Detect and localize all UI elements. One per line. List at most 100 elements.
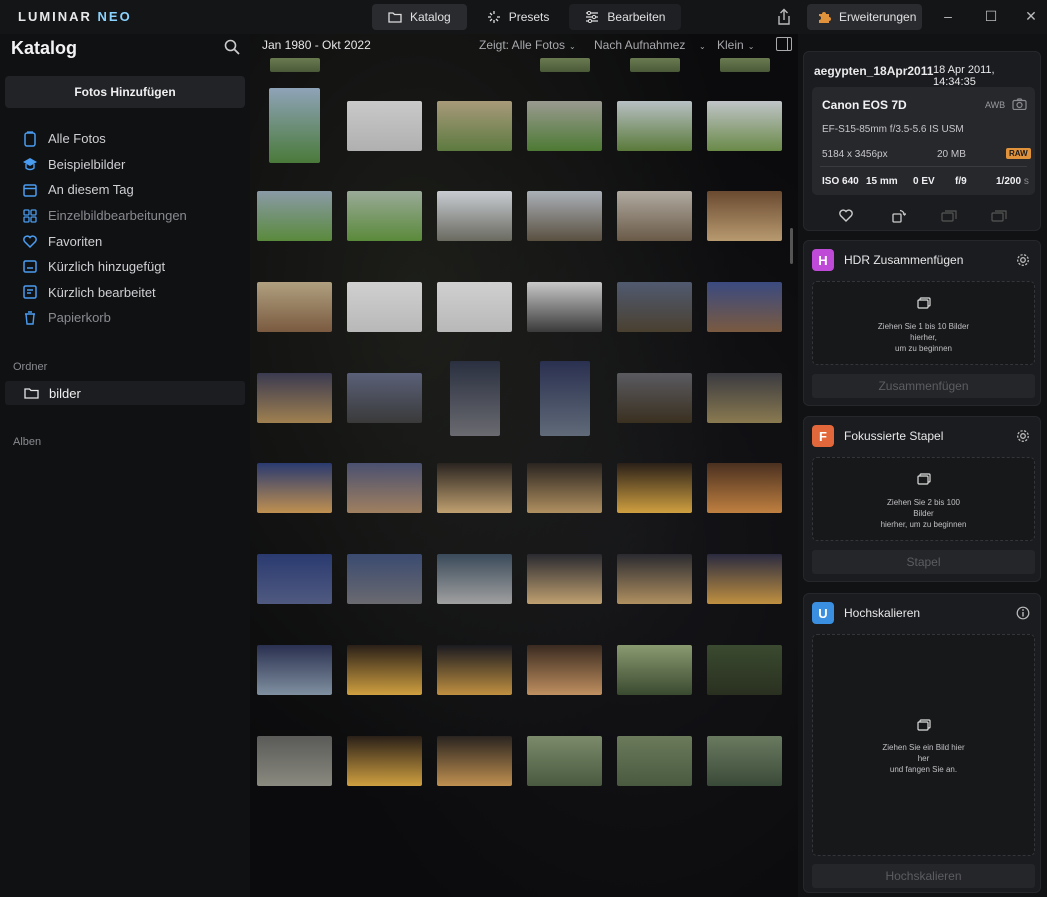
tab-bearbeiten[interactable]: Bearbeiten <box>569 4 682 30</box>
sidebar-item-beispielbilder[interactable]: Beispielbilder <box>22 152 242 178</box>
minimize-icon[interactable]: – <box>941 9 955 23</box>
photo-thumbnail[interactable] <box>437 645 512 695</box>
photo-grid-area: Jan 1980 - Okt 2022 Zeigt: Alle Fotos ⌄ N… <box>250 34 798 897</box>
photo-thumbnail[interactable] <box>527 554 602 604</box>
filter-dropdown[interactable]: Zeigt: Alle Fotos ⌄ <box>479 38 576 52</box>
photo-thumbnail[interactable] <box>347 282 422 332</box>
photo-thumbnail[interactable] <box>707 554 782 604</box>
tab-katalog[interactable]: Katalog <box>372 4 467 30</box>
folder-item[interactable]: bilder <box>5 381 245 405</box>
sidebar-item-an-diesem-tag[interactable]: An diesem Tag <box>22 177 242 203</box>
photo-thumbnail[interactable] <box>707 101 782 151</box>
photo-thumbnail[interactable] <box>257 191 332 241</box>
photo-thumbnail[interactable] <box>707 463 782 513</box>
photo-thumbnail[interactable] <box>617 645 692 695</box>
photo-thumbnail[interactable] <box>437 101 512 151</box>
photo-thumbnail[interactable] <box>527 101 602 151</box>
share-icon[interactable] <box>776 8 792 26</box>
photo-thumbnail[interactable] <box>347 191 422 241</box>
photo-thumbnail[interactable] <box>617 554 692 604</box>
photo-thumbnail[interactable] <box>707 191 782 241</box>
photo-thumbnail[interactable] <box>257 645 332 695</box>
photo-thumbnail[interactable] <box>540 58 590 72</box>
heart-icon[interactable] <box>839 209 853 222</box>
maximize-icon[interactable]: ☐ <box>984 9 998 23</box>
gear-icon[interactable] <box>1016 429 1030 443</box>
photo-thumbnail[interactable] <box>540 361 590 436</box>
photo-thumbnail[interactable] <box>527 463 602 513</box>
scrollbar[interactable] <box>790 228 793 264</box>
upscale-button[interactable]: Hochskalieren <box>812 864 1035 888</box>
extensions-button[interactable]: Erweiterungen <box>807 4 922 30</box>
close-icon[interactable]: ✕ <box>1024 9 1038 23</box>
sidebar-item-papierkorb[interactable]: Papierkorb <box>22 305 242 331</box>
focus-drop-zone[interactable]: Ziehen Sie 2 bis 100 Bilder hierher, um … <box>812 457 1035 541</box>
photo-thumbnail[interactable] <box>707 736 782 786</box>
recent-edit-icon <box>22 284 38 300</box>
photo-thumbnail[interactable] <box>437 554 512 604</box>
duplicate-icon[interactable] <box>991 210 1007 222</box>
photo-thumbnail[interactable] <box>527 191 602 241</box>
gear-icon[interactable] <box>1016 253 1030 267</box>
photo-thumbnail[interactable] <box>437 282 512 332</box>
sidebar-item-einzelbildbearbeitungen[interactable]: Einzelbildbearbeitungen <box>22 203 242 229</box>
add-photos-button[interactable]: Fotos Hinzufügen <box>5 76 245 108</box>
upscale-drop-zone[interactable]: Ziehen Sie ein Bild hier her und fangen … <box>812 634 1035 856</box>
photo-thumbnail[interactable] <box>347 463 422 513</box>
compare-icon[interactable] <box>941 210 957 222</box>
photo-thumbnail[interactable] <box>617 191 692 241</box>
photo-thumbnail[interactable] <box>347 645 422 695</box>
tab-presets[interactable]: Presets <box>471 4 566 30</box>
photo-thumbnail[interactable] <box>617 101 692 151</box>
aperture-value: f/9 <box>955 176 967 187</box>
photo-thumbnail[interactable] <box>347 554 422 604</box>
image-date: 18 Apr 2011, 14:34:35 <box>933 64 995 88</box>
photo-thumbnail[interactable] <box>437 463 512 513</box>
photo-thumbnail[interactable] <box>617 463 692 513</box>
photo-thumbnail[interactable] <box>270 58 320 72</box>
hdr-drop-zone[interactable]: Ziehen Sie 1 bis 10 Bilder hierher, um z… <box>812 281 1035 365</box>
photo-thumbnail[interactable] <box>707 282 782 332</box>
photo-thumbnail[interactable] <box>707 645 782 695</box>
photo-thumbnail[interactable] <box>257 736 332 786</box>
photo-thumbnail[interactable] <box>437 191 512 241</box>
sort-dropdown[interactable]: Nach Aufnahmez <box>594 38 694 52</box>
albums-section-label: Alben <box>13 436 42 448</box>
sidebar-item-kuerzlich-hinzugefuegt[interactable]: Kürzlich hinzugefügt <box>22 254 242 280</box>
photo-thumbnail[interactable] <box>617 373 692 423</box>
photo-thumbnail[interactable] <box>437 736 512 786</box>
panel-toggle-icon[interactable] <box>776 37 792 51</box>
sidebar-item-favoriten[interactable]: Favoriten <box>22 228 242 254</box>
photo-thumbnail[interactable] <box>527 645 602 695</box>
photo-thumbnail[interactable] <box>347 736 422 786</box>
photo-thumbnail[interactable] <box>450 361 500 436</box>
photo-thumbnail[interactable] <box>257 373 332 423</box>
focus-drop-line: Bilder <box>913 509 934 518</box>
photo-thumbnail[interactable] <box>720 58 770 72</box>
size-dropdown[interactable]: Klein ⌄ <box>717 38 754 52</box>
upscale-drop-line: her <box>917 754 930 763</box>
photo-thumbnail[interactable] <box>257 554 332 604</box>
photo-thumbnail[interactable] <box>707 373 782 423</box>
search-icon[interactable] <box>224 39 240 55</box>
merge-button[interactable]: Zusammenfügen <box>812 374 1035 398</box>
photo-thumbnail[interactable] <box>617 736 692 786</box>
stack-button[interactable]: Stapel <box>812 550 1035 574</box>
photo-thumbnail[interactable] <box>617 282 692 332</box>
sidebar-item-alle-fotos[interactable]: Alle Fotos <box>22 126 242 152</box>
photo-thumbnail[interactable] <box>257 463 332 513</box>
photo-thumbnail[interactable] <box>269 88 320 163</box>
sidebar-item-kuerzlich-bearbeitet[interactable]: Kürzlich bearbeitet <box>22 280 242 306</box>
resolution: 5184 x 3456px <box>822 149 888 160</box>
photo-thumbnail[interactable] <box>347 101 422 151</box>
photo-thumbnail[interactable] <box>630 58 680 72</box>
info-icon[interactable] <box>1016 606 1030 620</box>
recent-add-icon <box>22 259 38 275</box>
photo-thumbnail[interactable] <box>257 282 332 332</box>
photo-thumbnail[interactable] <box>347 373 422 423</box>
photo-thumbnail[interactable] <box>527 736 602 786</box>
sidebar-item-label: Alle Fotos <box>48 131 106 147</box>
photo-thumbnail[interactable] <box>527 282 602 332</box>
sort-chevron-icon[interactable]: ⌄ <box>695 38 706 52</box>
rotate-icon[interactable] <box>892 209 906 223</box>
